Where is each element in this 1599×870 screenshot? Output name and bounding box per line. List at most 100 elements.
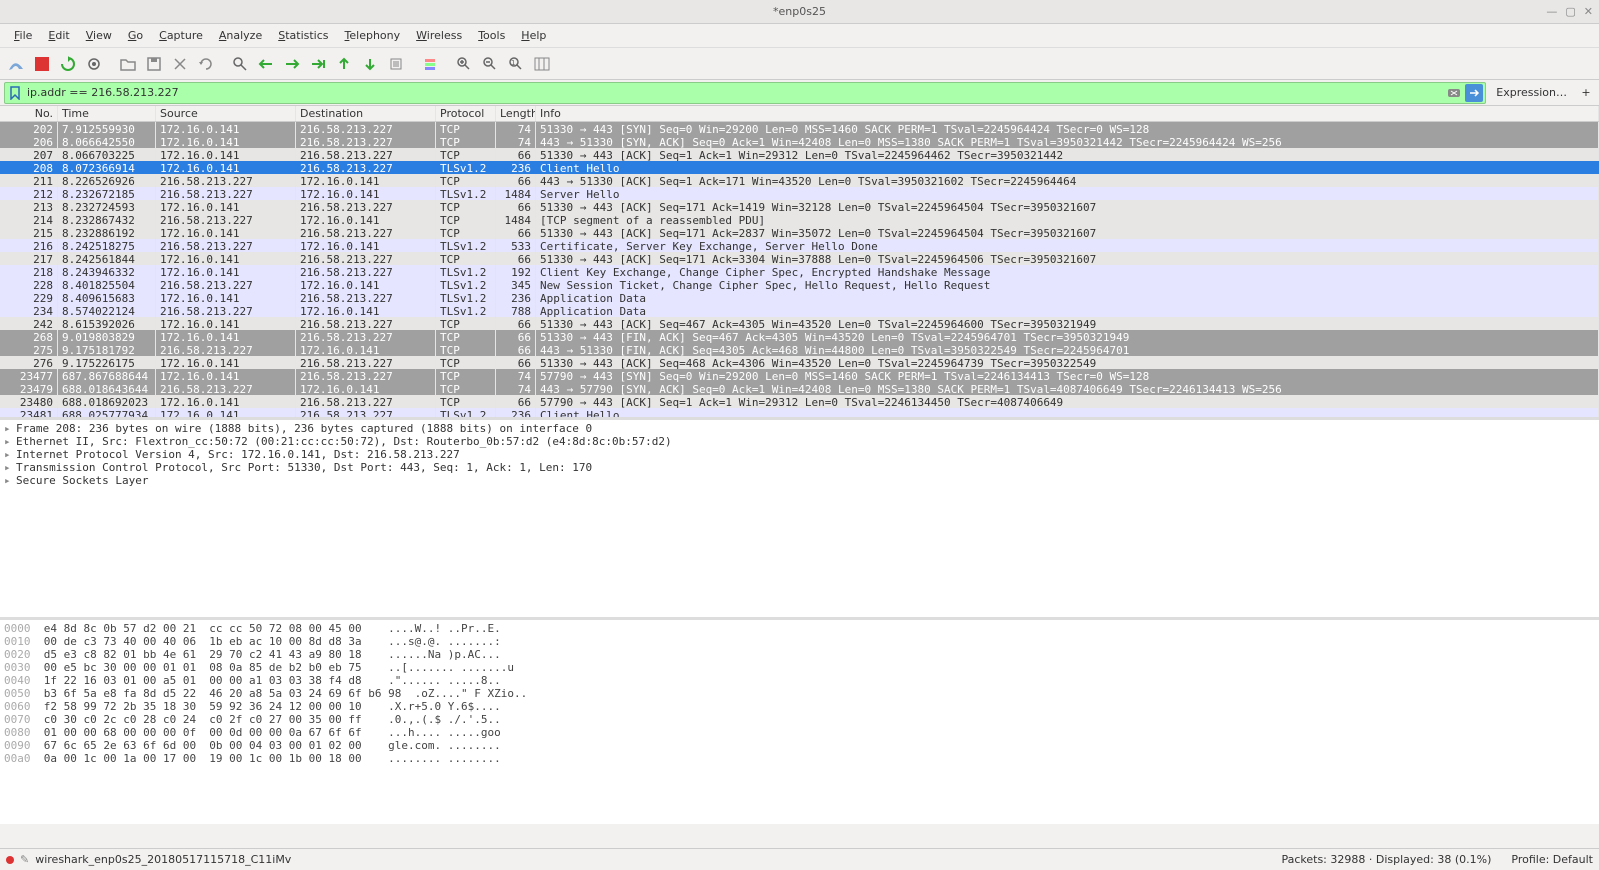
filter-bookmark-icon[interactable] <box>7 85 23 101</box>
display-filter-input[interactable] <box>27 86 1445 99</box>
menu-wireless[interactable]: Wireless <box>408 27 470 44</box>
status-profile[interactable]: Profile: Default <box>1511 853 1593 866</box>
save-file-button[interactable] <box>142 52 166 76</box>
menu-tools[interactable]: Tools <box>470 27 513 44</box>
tree-expand-icon[interactable]: ▸ <box>4 435 16 448</box>
status-file: wireshark_enp0s25_20180517115718_C11iMv <box>35 853 291 866</box>
go-last-button[interactable] <box>358 52 382 76</box>
tree-expand-icon[interactable]: ▸ <box>4 448 16 461</box>
packet-row[interactable]: 2128.232672185216.58.213.227172.16.0.141… <box>0 187 1599 200</box>
detail-tree-item[interactable]: ▸Ethernet II, Src: Flextron_cc:50:72 (00… <box>4 435 1595 448</box>
filter-expression-button[interactable]: Expression… <box>1490 86 1573 99</box>
hex-row[interactable]: 0090 67 6c 65 2e 63 6f 6d 00 0b 00 04 03… <box>4 739 1595 752</box>
reload-button[interactable] <box>194 52 218 76</box>
shark-fin-icon[interactable] <box>4 52 28 76</box>
column-header[interactable]: Source <box>156 106 296 121</box>
packet-row[interactable]: 2088.072366914172.16.0.141216.58.213.227… <box>0 161 1599 174</box>
packet-row[interactable]: 2178.242561844172.16.0.141216.58.213.227… <box>0 252 1599 265</box>
restart-capture-button[interactable] <box>56 52 80 76</box>
packet-row[interactable]: 23479688.018643644216.58.213.227172.16.0… <box>0 382 1599 395</box>
hex-row[interactable]: 00a0 0a 00 1c 00 1a 00 17 00 19 00 1c 00… <box>4 752 1595 765</box>
hex-row[interactable]: 0070 c0 30 c0 2c c0 28 c0 24 c0 2f c0 27… <box>4 713 1595 726</box>
menu-analyze[interactable]: Analyze <box>211 27 270 44</box>
hex-row[interactable]: 0040 1f 22 16 03 01 00 a5 01 00 00 a1 03… <box>4 674 1595 687</box>
menu-statistics[interactable]: Statistics <box>270 27 336 44</box>
find-button[interactable] <box>228 52 252 76</box>
maximize-icon[interactable]: ▢ <box>1565 5 1575 18</box>
packet-details-pane[interactable]: ▸Frame 208: 236 bytes on wire (1888 bits… <box>0 420 1599 620</box>
detail-tree-item[interactable]: ▸Internet Protocol Version 4, Src: 172.1… <box>4 448 1595 461</box>
filter-clear-button[interactable] <box>1445 84 1463 102</box>
column-header[interactable]: No. <box>0 106 58 121</box>
zoom-reset-button[interactable]: 1 <box>504 52 528 76</box>
column-header[interactable]: Time <box>58 106 156 121</box>
packet-row[interactable]: 2118.226526926216.58.213.227172.16.0.141… <box>0 174 1599 187</box>
packet-row[interactable]: 2148.232867432216.58.213.227172.16.0.141… <box>0 213 1599 226</box>
hex-row[interactable]: 0080 01 00 00 68 00 00 00 0f 00 0d 00 00… <box>4 726 1595 739</box>
zoom-out-button[interactable] <box>478 52 502 76</box>
packet-row[interactable]: 2068.066642550172.16.0.141216.58.213.227… <box>0 135 1599 148</box>
minimize-icon[interactable]: — <box>1546 5 1557 18</box>
close-icon[interactable]: ✕ <box>1584 5 1593 18</box>
packet-row[interactable]: 2027.912559930172.16.0.141216.58.213.227… <box>0 122 1599 135</box>
packet-row[interactable]: 2759.175181792216.58.213.227172.16.0.141… <box>0 343 1599 356</box>
go-to-packet-button[interactable] <box>306 52 330 76</box>
packet-row[interactable]: 2298.409615683172.16.0.141216.58.213.227… <box>0 291 1599 304</box>
packet-row[interactable]: 2188.243946332172.16.0.141216.58.213.227… <box>0 265 1599 278</box>
tree-expand-icon[interactable]: ▸ <box>4 474 16 487</box>
go-first-button[interactable] <box>332 52 356 76</box>
menu-go[interactable]: Go <box>120 27 151 44</box>
close-file-button[interactable] <box>168 52 192 76</box>
hex-row[interactable]: 0030 00 e5 bc 30 00 00 01 01 08 0a 85 de… <box>4 661 1595 674</box>
detail-tree-item[interactable]: ▸Frame 208: 236 bytes on wire (1888 bits… <box>4 422 1595 435</box>
packet-row[interactable]: 2689.019803829172.16.0.141216.58.213.227… <box>0 330 1599 343</box>
zoom-in-button[interactable] <box>452 52 476 76</box>
filter-add-button[interactable]: + <box>1577 86 1595 99</box>
menu-telephony[interactable]: Telephony <box>337 27 409 44</box>
packet-row[interactable]: 2428.615392026172.16.0.141216.58.213.227… <box>0 317 1599 330</box>
packet-row[interactable]: 2138.232724593172.16.0.141216.58.213.227… <box>0 200 1599 213</box>
packet-row[interactable]: 2348.574022124216.58.213.227172.16.0.141… <box>0 304 1599 317</box>
packet-row[interactable]: 2168.242518275216.58.213.227172.16.0.141… <box>0 239 1599 252</box>
packet-row[interactable]: 23477687.867688644172.16.0.141216.58.213… <box>0 369 1599 382</box>
resize-columns-button[interactable] <box>530 52 554 76</box>
filter-apply-button[interactable] <box>1465 84 1483 102</box>
go-back-button[interactable] <box>254 52 278 76</box>
expert-info-icon[interactable] <box>6 856 14 864</box>
menu-help[interactable]: Help <box>513 27 554 44</box>
packet-row[interactable]: 23481688.025777934172.16.0.141216.58.213… <box>0 408 1599 420</box>
hex-row[interactable]: 0060 f2 58 99 72 2b 35 18 30 59 92 36 24… <box>4 700 1595 713</box>
capture-options-button[interactable] <box>82 52 106 76</box>
go-forward-button[interactable] <box>280 52 304 76</box>
menu-edit[interactable]: Edit <box>40 27 77 44</box>
menu-view[interactable]: View <box>78 27 120 44</box>
packet-row[interactable]: 2288.401825504216.58.213.227172.16.0.141… <box>0 278 1599 291</box>
packet-row[interactable]: 2158.232886192172.16.0.141216.58.213.227… <box>0 226 1599 239</box>
detail-tree-item[interactable]: ▸Transmission Control Protocol, Src Port… <box>4 461 1595 474</box>
menubar: FileEditViewGoCaptureAnalyzeStatisticsTe… <box>0 24 1599 48</box>
packet-row[interactable]: 2769.175226175172.16.0.141216.58.213.227… <box>0 356 1599 369</box>
packet-list-pane[interactable]: No.TimeSourceDestinationProtocolLengthIn… <box>0 106 1599 420</box>
stop-capture-button[interactable] <box>30 52 54 76</box>
hex-row[interactable]: 0020 d5 e3 c8 82 01 bb 4e 61 29 70 c2 41… <box>4 648 1595 661</box>
column-header[interactable]: Destination <box>296 106 436 121</box>
column-header[interactable]: Info <box>536 106 1599 121</box>
hex-row[interactable]: 0050 b3 6f 5a e8 fa 8d d5 22 46 20 a8 5a… <box>4 687 1595 700</box>
menu-file[interactable]: File <box>6 27 40 44</box>
tree-expand-icon[interactable]: ▸ <box>4 422 16 435</box>
statusbar: ✎ wireshark_enp0s25_20180517115718_C11iM… <box>0 848 1599 870</box>
edit-icon[interactable]: ✎ <box>20 853 29 866</box>
open-file-button[interactable] <box>116 52 140 76</box>
auto-scroll-button[interactable] <box>384 52 408 76</box>
hex-row[interactable]: 0010 00 de c3 73 40 00 40 06 1b eb ac 10… <box>4 635 1595 648</box>
packet-row[interactable]: 2078.066703225172.16.0.141216.58.213.227… <box>0 148 1599 161</box>
packet-bytes-pane[interactable]: 0000 e4 8d 8c 0b 57 d2 00 21 cc cc 50 72… <box>0 620 1599 824</box>
packet-row[interactable]: 23480688.018692023172.16.0.141216.58.213… <box>0 395 1599 408</box>
detail-tree-item[interactable]: ▸Secure Sockets Layer <box>4 474 1595 487</box>
column-header[interactable]: Protocol <box>436 106 496 121</box>
column-header[interactable]: Length <box>496 106 536 121</box>
colorize-button[interactable] <box>418 52 442 76</box>
hex-row[interactable]: 0000 e4 8d 8c 0b 57 d2 00 21 cc cc 50 72… <box>4 622 1595 635</box>
tree-expand-icon[interactable]: ▸ <box>4 461 16 474</box>
menu-capture[interactable]: Capture <box>151 27 211 44</box>
